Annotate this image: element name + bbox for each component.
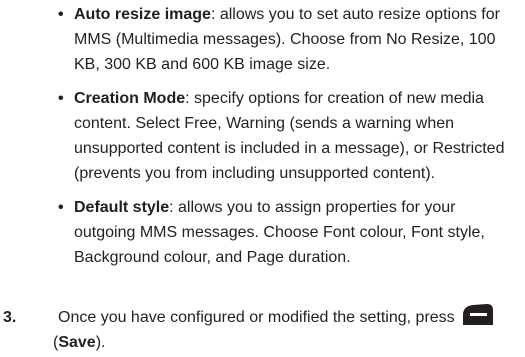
bullet-auto-resize-image: • Auto resize image: allows you to set au… bbox=[58, 2, 518, 77]
bullet-term: Default style bbox=[74, 199, 170, 216]
bullet-term: Auto resize image bbox=[74, 6, 211, 23]
step-number: 3. bbox=[3, 309, 17, 326]
bullet-mark: • bbox=[58, 6, 64, 23]
bullet-creation-mode: • Creation Mode: specify options for crea… bbox=[58, 86, 518, 186]
document-page: • Auto resize image: allows you to set au… bbox=[0, 0, 525, 357]
settings-bullet-list: • Auto resize image: allows you to set au… bbox=[58, 2, 518, 279]
step-body: Once you have configured or modified the… bbox=[3, 303, 518, 355]
step-line-2: (Save). bbox=[53, 334, 105, 351]
save-action-label: Save bbox=[58, 334, 96, 351]
step-3: 3. Once you have configured or modified … bbox=[3, 303, 518, 355]
left-softkey-icon bbox=[461, 303, 495, 327]
bullet-mark: • bbox=[58, 90, 64, 107]
close-paren: ). bbox=[95, 334, 106, 351]
bullet-mark: • bbox=[58, 199, 64, 216]
step-instruction: Once you have configured or modified the… bbox=[58, 309, 455, 326]
bullet-term: Creation Mode bbox=[74, 90, 186, 107]
bullet-default-style: • Default style: allows you to assign pro… bbox=[58, 195, 518, 270]
